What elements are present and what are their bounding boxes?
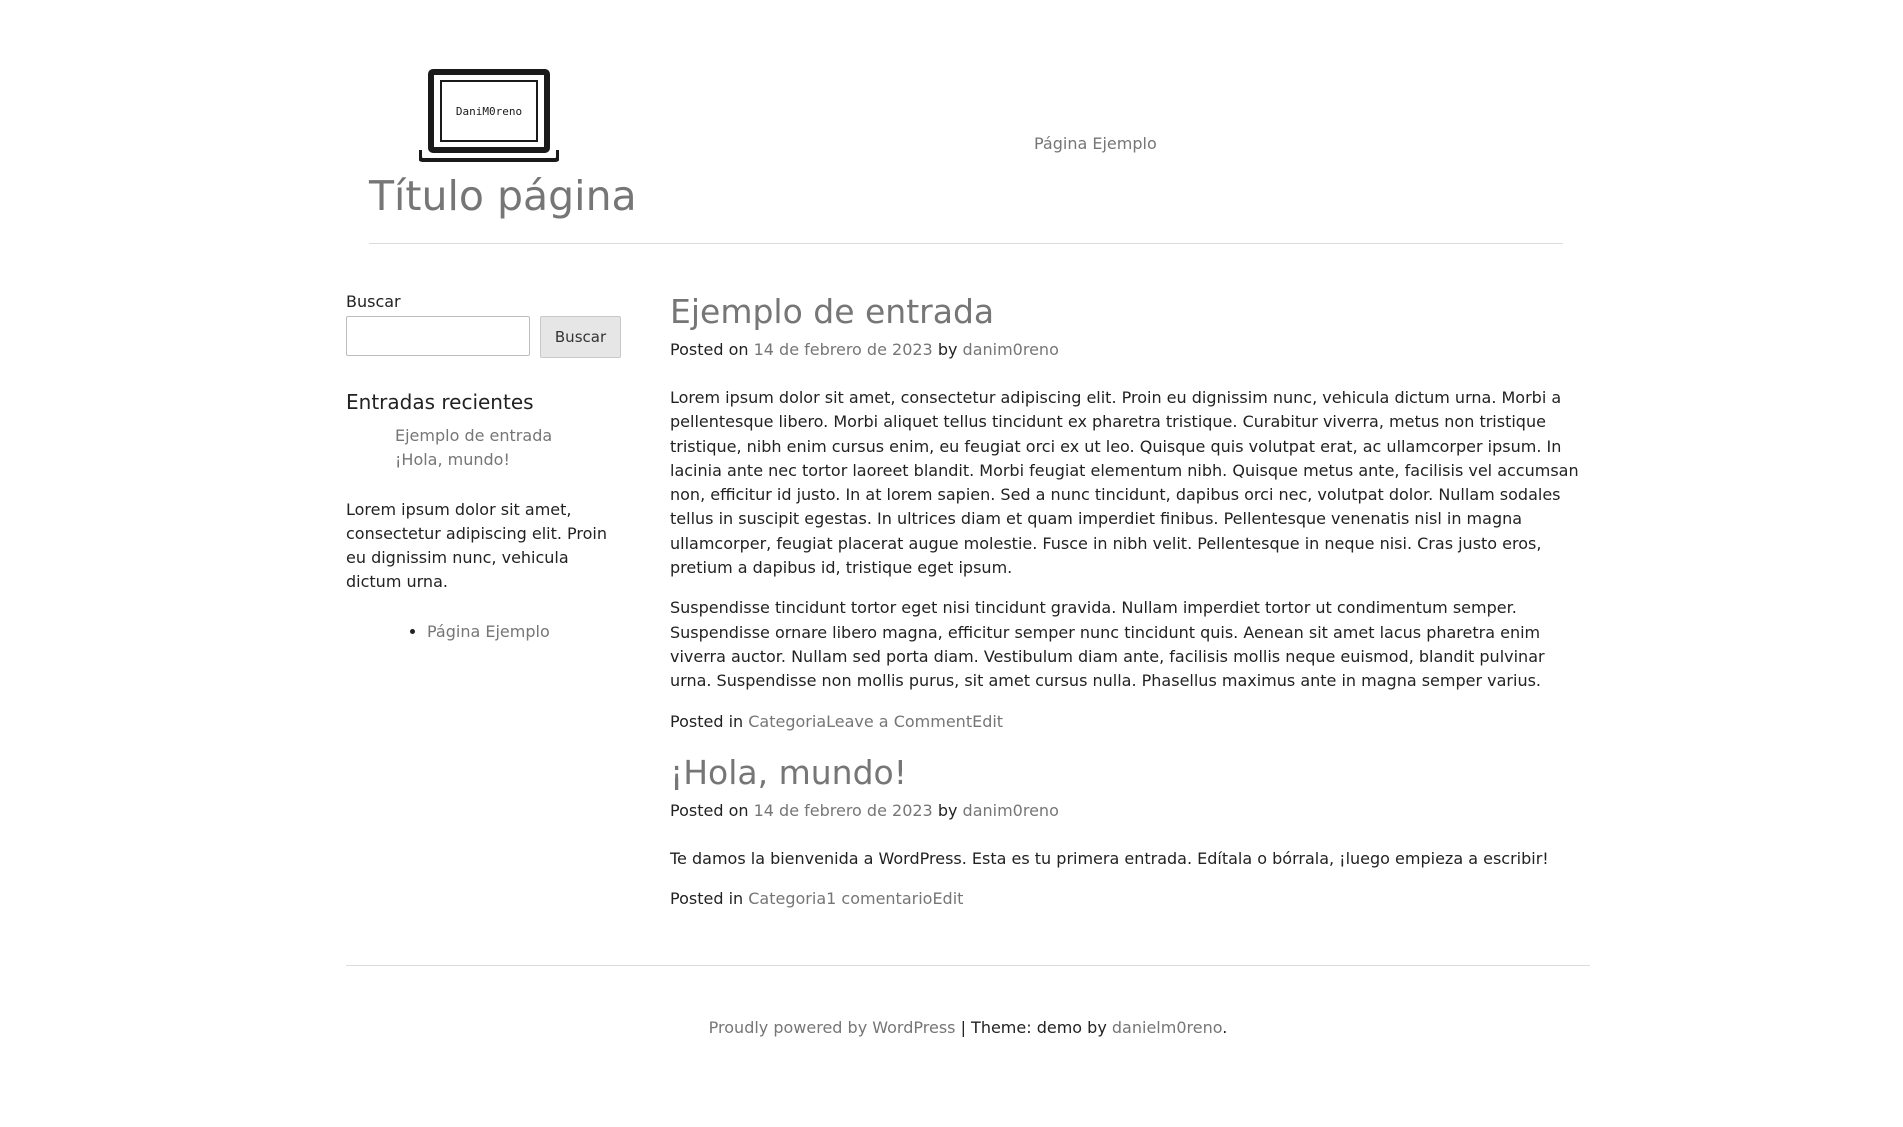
sidebar: Buscar Buscar Entradas recientes Ejemplo… (346, 290, 626, 644)
site-title: Título página (369, 168, 637, 224)
post-title: ¡Hola, mundo! (670, 751, 1590, 795)
post-comments-link[interactable]: 1 comentario (826, 889, 932, 908)
post-title: Ejemplo de entrada (670, 290, 1590, 334)
list-item: Página Ejemplo (427, 620, 626, 644)
site-header: DaniM0reno Título página Página Ejemplo (369, 0, 1563, 244)
list-item: Ejemplo de entrada (395, 424, 626, 448)
post-title-link[interactable]: ¡Hola, mundo! (670, 753, 907, 792)
main-content: Ejemplo de entrada Posted on 14 de febre… (670, 290, 1590, 911)
by-label: by (937, 800, 958, 820)
post-title-link[interactable]: Ejemplo de entrada (670, 292, 994, 331)
post-article: ¡Hola, mundo! Posted on 14 de febrero de… (670, 751, 1590, 911)
post-meta: Posted on 14 de febrero de 2023 by danim… (670, 338, 1590, 362)
recent-posts-title: Entradas recientes (346, 390, 534, 414)
search-input[interactable] (346, 316, 530, 356)
footer-period: . (1222, 1018, 1228, 1037)
site-logo[interactable]: DaniM0reno (418, 68, 560, 163)
recent-post-link[interactable]: ¡Hola, mundo! (395, 450, 510, 469)
site-title-link[interactable]: Título página (369, 172, 637, 220)
pages-list: Página Ejemplo (346, 620, 626, 644)
posted-in-label: Posted in (670, 711, 744, 731)
post-content: Te damos la bienvenida a WordPress. Esta… (670, 847, 1590, 871)
footer-credits: Proudly powered by WordPress | Theme: de… (346, 1016, 1590, 1040)
post-paragraph: Suspendisse tincidunt tortor eget nisi t… (670, 598, 1545, 691)
post-article: Ejemplo de entrada Posted on 14 de febre… (670, 290, 1590, 734)
by-label: by (937, 340, 958, 359)
text-widget: Lorem ipsum dolor sit amet, consectetur … (346, 500, 608, 591)
posted-on-label: Posted on (670, 800, 749, 820)
post-comments-link[interactable]: Leave a Comment (826, 712, 972, 731)
recent-posts-widget: Entradas recientes Ejemplo de entrada ¡H… (346, 388, 626, 472)
post-paragraph: Te damos la bienvenida a WordPress. Esta… (670, 848, 1549, 868)
site-footer: Proudly powered by WordPress | Theme: de… (346, 965, 1590, 1066)
posted-on-label: Posted on (670, 340, 749, 359)
laptop-logo-icon: DaniM0reno (418, 69, 560, 162)
post-content: Lorem ipsum dolor sit amet, consectetur … (670, 386, 1590, 694)
nav-item-pagina-ejemplo[interactable]: Página Ejemplo (1034, 134, 1157, 153)
search-row: Buscar (346, 316, 626, 362)
wordpress-link[interactable]: Proudly powered by WordPress (709, 1018, 956, 1037)
post-author-link[interactable]: danim0reno (963, 801, 1059, 820)
page-link[interactable]: Página Ejemplo (427, 622, 550, 641)
theme-label: Theme: demo by (971, 1018, 1112, 1037)
post-author-link[interactable]: danim0reno (963, 340, 1059, 359)
primary-nav: Página Ejemplo (1034, 133, 1157, 155)
post-meta: Posted on 14 de febrero de 2023 by danim… (670, 799, 1590, 823)
post-edit-link[interactable]: Edit (932, 889, 963, 908)
search-widget: Buscar Buscar (346, 290, 626, 362)
recent-posts-list: Ejemplo de entrada ¡Hola, mundo! (346, 424, 626, 472)
post-footer: Posted in Categoria1 comentarioEdit (670, 887, 1590, 911)
logo-text: DaniM0reno (456, 105, 522, 118)
posted-in-label: Posted in (670, 888, 744, 908)
list-item: ¡Hola, mundo! (395, 448, 626, 472)
post-date-link[interactable]: 14 de febrero de 2023 (754, 340, 933, 359)
post-category-link[interactable]: Categoria (748, 889, 826, 908)
search-button[interactable]: Buscar (540, 316, 621, 358)
post-category-link[interactable]: Categoria (748, 712, 826, 731)
recent-post-link[interactable]: Ejemplo de entrada (395, 426, 552, 445)
theme-author-link[interactable]: danielm0reno (1112, 1018, 1222, 1037)
post-paragraph: Lorem ipsum dolor sit amet, consectetur … (670, 388, 1579, 578)
footer-separator: | (955, 1018, 972, 1037)
post-date-link[interactable]: 14 de febrero de 2023 (754, 801, 933, 820)
post-footer: Posted in CategoriaLeave a CommentEdit (670, 710, 1590, 734)
search-label: Buscar (346, 292, 401, 311)
post-edit-link[interactable]: Edit (972, 712, 1003, 731)
